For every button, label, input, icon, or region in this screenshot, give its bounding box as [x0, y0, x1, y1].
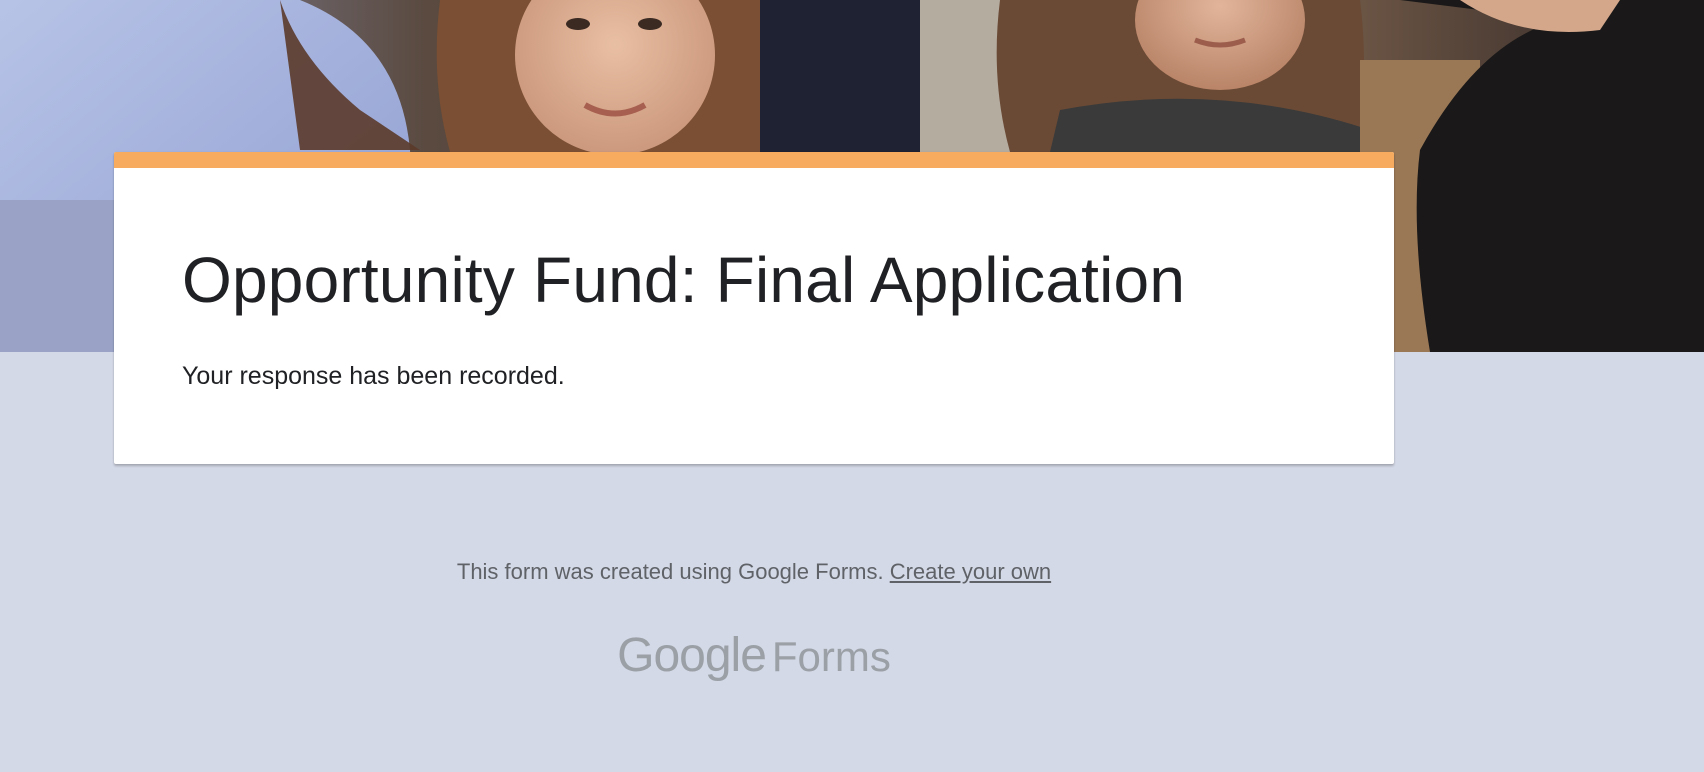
footer-disclaimer: This form was created using Google Forms… — [0, 556, 1508, 588]
form-title: Opportunity Fund: Final Application — [182, 244, 1186, 316]
google-wordmark: Google — [617, 629, 767, 682]
create-your-own-link[interactable]: Create your own — [890, 559, 1051, 584]
google-forms-logo[interactable]: Google Forms — [0, 628, 1508, 695]
footer-disclaimer-text: This form was created using Google Forms… — [456, 559, 890, 584]
form-confirmation-card: Opportunity Fund: Final Application Your… — [114, 152, 1394, 464]
forms-wordmark: Forms — [771, 633, 891, 680]
card-accent-bar — [114, 152, 1394, 168]
confirmation-message: Your response has been recorded. — [182, 362, 565, 390]
